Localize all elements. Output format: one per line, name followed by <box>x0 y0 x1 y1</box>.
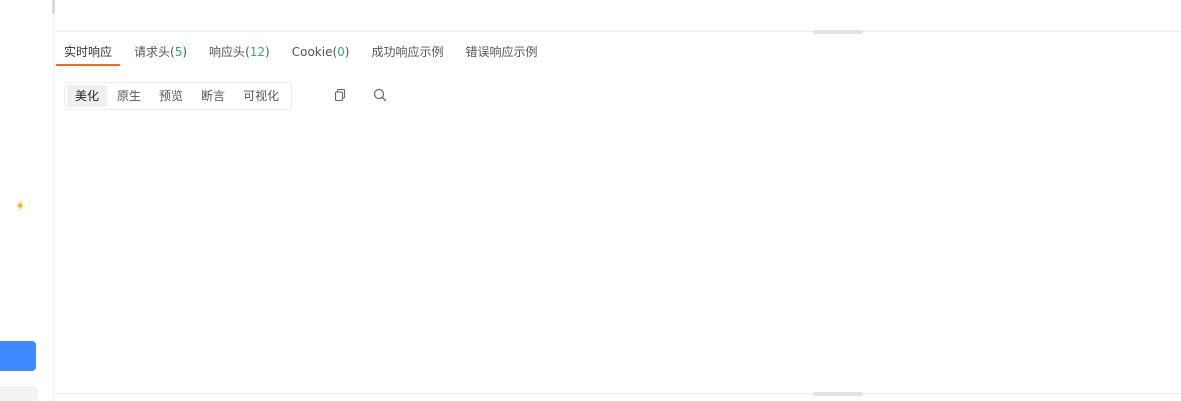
tab-response-headers[interactable]: 响应头(12) <box>201 40 278 66</box>
view-mode-preview[interactable]: 预览 <box>151 85 191 107</box>
view-mode-pretty[interactable]: 美化 <box>67 85 108 107</box>
copy-button[interactable] <box>331 86 349 104</box>
tab-cookie[interactable]: Cookie(0) <box>284 40 358 66</box>
sidebar-secondary-button[interactable] <box>0 386 38 401</box>
response-tabs: 实时响应 请求头(5) 响应头(12) Cookie(0) 成功响应示例 错误响… <box>56 40 552 66</box>
tab-request-headers[interactable]: 请求头(5) <box>126 40 195 66</box>
view-mode-assert[interactable]: 断言 <box>193 85 233 107</box>
sidebar-primary-button[interactable] <box>0 341 36 371</box>
tab-success-example[interactable]: 成功响应示例 <box>363 40 451 66</box>
tab-label: Cookie <box>291 45 333 59</box>
tab-error-example[interactable]: 错误响应示例 <box>457 40 545 66</box>
tab-count: 12 <box>249 45 266 59</box>
tab-count: 0 <box>337 45 345 59</box>
bolt-icon <box>17 200 23 212</box>
bottom-divider <box>56 393 1181 394</box>
tab-label: 响应头 <box>209 45 246 59</box>
tab-realtime-response[interactable]: 实时响应 <box>56 40 121 66</box>
tab-label: 实时响应 <box>64 45 113 59</box>
sidebar-scrollbar[interactable] <box>52 0 55 14</box>
view-mode-visualize[interactable]: 可视化 <box>235 85 287 107</box>
view-mode-selector: 美化 原生 预览 断言 可视化 <box>64 82 293 110</box>
tab-label: 成功响应示例 <box>371 45 444 59</box>
copy-icon <box>334 88 346 102</box>
left-sidebar <box>0 0 55 401</box>
search-icon <box>373 88 387 102</box>
search-button[interactable] <box>371 86 389 104</box>
tab-label: 请求头 <box>134 45 171 59</box>
panel-resize-handle[interactable] <box>813 30 863 34</box>
bottom-resize-handle[interactable] <box>813 392 863 396</box>
tab-label: 错误响应示例 <box>465 45 538 59</box>
view-mode-raw[interactable]: 原生 <box>109 85 149 107</box>
top-divider <box>56 31 1181 32</box>
